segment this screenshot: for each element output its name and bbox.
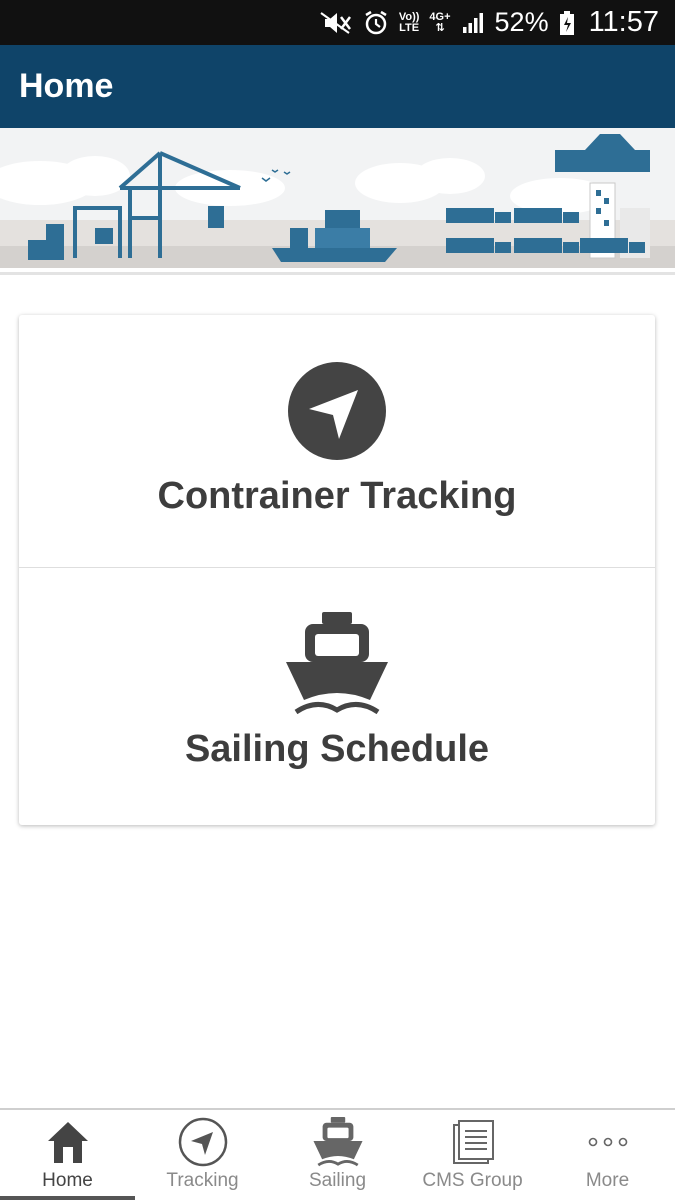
more-dots-icon [585, 1116, 631, 1168]
nav-more-label: More [585, 1170, 630, 1191]
mute-icon [319, 10, 353, 36]
ship-icon [284, 612, 390, 716]
alarm-icon [363, 10, 389, 36]
navigation-arrow-icon [178, 1116, 228, 1168]
document-icon [450, 1116, 496, 1168]
nav-home[interactable]: Home [0, 1110, 135, 1200]
menu-card-panel: Contrainer Tracking Sailing Schedule [19, 315, 655, 825]
active-tab-indicator [0, 1196, 135, 1200]
status-bar: Vo)) LTE 4G+ ⇅ 52% 11:57 [0, 0, 675, 45]
battery-percent: 52% [494, 7, 549, 37]
sailing-schedule-label: Sailing Schedule [184, 728, 490, 770]
clock: 11:57 [588, 6, 659, 38]
nav-sailing[interactable]: Sailing [270, 1110, 405, 1200]
home-icon [45, 1116, 91, 1168]
container-tracking-card[interactable]: Contrainer Tracking [19, 315, 655, 568]
navigation-arrow-icon [287, 361, 387, 461]
nav-cms-group-label: CMS Group [422, 1170, 523, 1191]
nav-cms-group[interactable]: CMS Group [405, 1110, 540, 1200]
container-tracking-label: Contrainer Tracking [157, 475, 517, 517]
nav-home-label: Home [42, 1170, 93, 1191]
nav-tracking-label: Tracking [166, 1170, 239, 1191]
nav-tracking[interactable]: Tracking [135, 1110, 270, 1200]
nav-more[interactable]: More [540, 1110, 675, 1200]
battery-icon [559, 10, 575, 36]
data-4g-icon: 4G+ ⇅ [429, 10, 451, 34]
sailing-schedule-card[interactable]: Sailing Schedule [19, 568, 655, 820]
nav-sailing-label: Sailing [308, 1170, 367, 1191]
app-bar: Home [0, 45, 675, 128]
banner-divider [0, 272, 675, 275]
signal-icon [461, 11, 485, 35]
volte-icon: Vo)) LTE [398, 10, 420, 34]
page-title: Home [19, 67, 114, 105]
bottom-navigation: Home Tracking Sailing CMS Group More [0, 1108, 675, 1200]
header-banner-illustration [0, 128, 675, 268]
ship-icon [312, 1116, 364, 1168]
